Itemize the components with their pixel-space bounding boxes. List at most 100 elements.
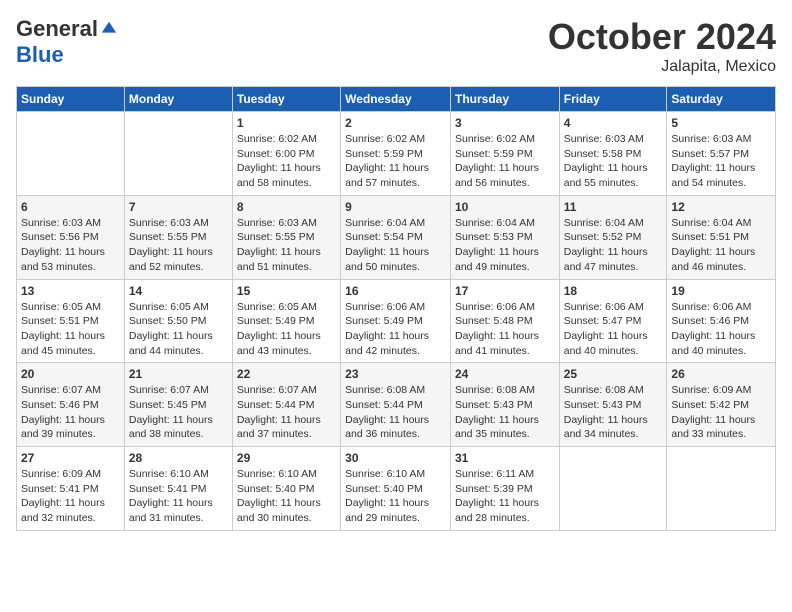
day-number: 18 [564, 284, 663, 298]
table-row: 13 Sunrise: 6:05 AMSunset: 5:51 PMDaylig… [17, 279, 125, 363]
day-info: Sunrise: 6:03 AMSunset: 5:56 PMDaylight:… [21, 216, 120, 275]
table-row [667, 447, 776, 531]
header-thursday: Thursday [450, 87, 559, 112]
day-info: Sunrise: 6:08 AMSunset: 5:43 PMDaylight:… [564, 383, 663, 442]
day-info: Sunrise: 6:04 AMSunset: 5:52 PMDaylight:… [564, 216, 663, 275]
calendar-table: Sunday Monday Tuesday Wednesday Thursday… [16, 86, 776, 531]
table-row: 30 Sunrise: 6:10 AMSunset: 5:40 PMDaylig… [341, 447, 451, 531]
day-number: 16 [345, 284, 446, 298]
day-number: 26 [671, 367, 771, 381]
header-sunday: Sunday [17, 87, 125, 112]
table-row: 28 Sunrise: 6:10 AMSunset: 5:41 PMDaylig… [124, 447, 232, 531]
header-friday: Friday [559, 87, 667, 112]
day-info: Sunrise: 6:05 AMSunset: 5:50 PMDaylight:… [129, 300, 228, 359]
table-row: 23 Sunrise: 6:08 AMSunset: 5:44 PMDaylig… [341, 363, 451, 447]
day-number: 13 [21, 284, 120, 298]
table-row: 19 Sunrise: 6:06 AMSunset: 5:46 PMDaylig… [667, 279, 776, 363]
day-number: 19 [671, 284, 771, 298]
day-number: 25 [564, 367, 663, 381]
table-row: 16 Sunrise: 6:06 AMSunset: 5:49 PMDaylig… [341, 279, 451, 363]
table-row: 11 Sunrise: 6:04 AMSunset: 5:52 PMDaylig… [559, 195, 667, 279]
table-row: 7 Sunrise: 6:03 AMSunset: 5:55 PMDayligh… [124, 195, 232, 279]
day-info: Sunrise: 6:03 AMSunset: 5:58 PMDaylight:… [564, 132, 663, 191]
table-row: 17 Sunrise: 6:06 AMSunset: 5:48 PMDaylig… [450, 279, 559, 363]
day-number: 4 [564, 116, 663, 130]
table-row: 26 Sunrise: 6:09 AMSunset: 5:42 PMDaylig… [667, 363, 776, 447]
day-number: 8 [237, 200, 336, 214]
day-info: Sunrise: 6:06 AMSunset: 5:49 PMDaylight:… [345, 300, 446, 359]
day-info: Sunrise: 6:03 AMSunset: 5:55 PMDaylight:… [237, 216, 336, 275]
day-number: 23 [345, 367, 446, 381]
day-info: Sunrise: 6:07 AMSunset: 5:46 PMDaylight:… [21, 383, 120, 442]
day-info: Sunrise: 6:04 AMSunset: 5:51 PMDaylight:… [671, 216, 771, 275]
logo: General Blue [16, 16, 118, 68]
day-number: 11 [564, 200, 663, 214]
header-wednesday: Wednesday [341, 87, 451, 112]
day-number: 30 [345, 451, 446, 465]
table-row: 15 Sunrise: 6:05 AMSunset: 5:49 PMDaylig… [232, 279, 340, 363]
day-number: 2 [345, 116, 446, 130]
day-number: 28 [129, 451, 228, 465]
table-row: 20 Sunrise: 6:07 AMSunset: 5:46 PMDaylig… [17, 363, 125, 447]
day-number: 1 [237, 116, 336, 130]
day-info: Sunrise: 6:03 AMSunset: 5:55 PMDaylight:… [129, 216, 228, 275]
calendar-header-row: Sunday Monday Tuesday Wednesday Thursday… [17, 87, 776, 112]
table-row: 21 Sunrise: 6:07 AMSunset: 5:45 PMDaylig… [124, 363, 232, 447]
table-row [124, 112, 232, 196]
table-row [559, 447, 667, 531]
day-number: 24 [455, 367, 555, 381]
calendar-week-row: 6 Sunrise: 6:03 AMSunset: 5:56 PMDayligh… [17, 195, 776, 279]
day-number: 17 [455, 284, 555, 298]
day-info: Sunrise: 6:06 AMSunset: 5:46 PMDaylight:… [671, 300, 771, 359]
header-tuesday: Tuesday [232, 87, 340, 112]
day-info: Sunrise: 6:11 AMSunset: 5:39 PMDaylight:… [455, 467, 555, 526]
day-number: 12 [671, 200, 771, 214]
day-number: 5 [671, 116, 771, 130]
table-row: 27 Sunrise: 6:09 AMSunset: 5:41 PMDaylig… [17, 447, 125, 531]
day-info: Sunrise: 6:05 AMSunset: 5:49 PMDaylight:… [237, 300, 336, 359]
day-number: 7 [129, 200, 228, 214]
table-row: 6 Sunrise: 6:03 AMSunset: 5:56 PMDayligh… [17, 195, 125, 279]
calendar-week-row: 20 Sunrise: 6:07 AMSunset: 5:46 PMDaylig… [17, 363, 776, 447]
header-monday: Monday [124, 87, 232, 112]
table-row: 18 Sunrise: 6:06 AMSunset: 5:47 PMDaylig… [559, 279, 667, 363]
day-info: Sunrise: 6:09 AMSunset: 5:41 PMDaylight:… [21, 467, 120, 526]
day-number: 6 [21, 200, 120, 214]
calendar-week-row: 27 Sunrise: 6:09 AMSunset: 5:41 PMDaylig… [17, 447, 776, 531]
table-row: 5 Sunrise: 6:03 AMSunset: 5:57 PMDayligh… [667, 112, 776, 196]
day-number: 29 [237, 451, 336, 465]
title-area: October 2024 Jalapita, Mexico [548, 16, 776, 76]
day-number: 15 [237, 284, 336, 298]
header-saturday: Saturday [667, 87, 776, 112]
logo-blue-text: Blue [16, 42, 64, 67]
day-number: 21 [129, 367, 228, 381]
table-row: 24 Sunrise: 6:08 AMSunset: 5:43 PMDaylig… [450, 363, 559, 447]
table-row: 3 Sunrise: 6:02 AMSunset: 5:59 PMDayligh… [450, 112, 559, 196]
day-number: 20 [21, 367, 120, 381]
day-info: Sunrise: 6:06 AMSunset: 5:48 PMDaylight:… [455, 300, 555, 359]
day-info: Sunrise: 6:05 AMSunset: 5:51 PMDaylight:… [21, 300, 120, 359]
month-title: October 2024 [548, 16, 776, 58]
logo-icon [100, 20, 118, 38]
table-row: 12 Sunrise: 6:04 AMSunset: 5:51 PMDaylig… [667, 195, 776, 279]
day-info: Sunrise: 6:10 AMSunset: 5:40 PMDaylight:… [237, 467, 336, 526]
table-row: 10 Sunrise: 6:04 AMSunset: 5:53 PMDaylig… [450, 195, 559, 279]
table-row: 29 Sunrise: 6:10 AMSunset: 5:40 PMDaylig… [232, 447, 340, 531]
table-row: 31 Sunrise: 6:11 AMSunset: 5:39 PMDaylig… [450, 447, 559, 531]
location-title: Jalapita, Mexico [548, 58, 776, 76]
day-number: 10 [455, 200, 555, 214]
day-number: 9 [345, 200, 446, 214]
day-number: 27 [21, 451, 120, 465]
table-row: 9 Sunrise: 6:04 AMSunset: 5:54 PMDayligh… [341, 195, 451, 279]
day-info: Sunrise: 6:02 AMSunset: 5:59 PMDaylight:… [345, 132, 446, 191]
day-info: Sunrise: 6:08 AMSunset: 5:43 PMDaylight:… [455, 383, 555, 442]
day-info: Sunrise: 6:03 AMSunset: 5:57 PMDaylight:… [671, 132, 771, 191]
table-row: 25 Sunrise: 6:08 AMSunset: 5:43 PMDaylig… [559, 363, 667, 447]
day-number: 14 [129, 284, 228, 298]
day-info: Sunrise: 6:06 AMSunset: 5:47 PMDaylight:… [564, 300, 663, 359]
day-info: Sunrise: 6:02 AMSunset: 5:59 PMDaylight:… [455, 132, 555, 191]
day-info: Sunrise: 6:10 AMSunset: 5:41 PMDaylight:… [129, 467, 228, 526]
day-number: 22 [237, 367, 336, 381]
table-row: 8 Sunrise: 6:03 AMSunset: 5:55 PMDayligh… [232, 195, 340, 279]
logo-general-text: General [16, 16, 98, 42]
